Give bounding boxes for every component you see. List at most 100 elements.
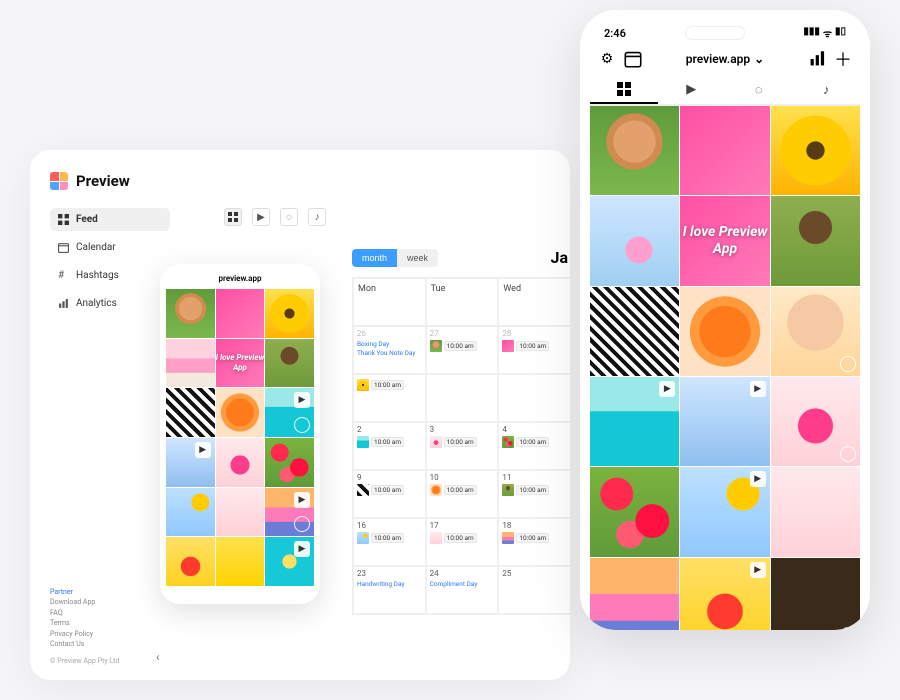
feed-tile[interactable]	[590, 287, 679, 376]
feed-tile[interactable]	[771, 196, 860, 285]
calendar-cell[interactable]: 1610:00 am	[353, 518, 426, 566]
calendar-cell[interactable]: 210:00 am	[353, 422, 426, 470]
feed-tile[interactable]	[166, 388, 215, 437]
calendar-cell[interactable]: 23Handwriting Day	[353, 566, 426, 614]
sidebar-item-hashtags[interactable]: # Hashtags	[50, 264, 170, 287]
calendar-icon[interactable]	[624, 50, 642, 68]
calendar-event[interactable]: 10:00 am	[357, 436, 422, 448]
calendar-holiday-link[interactable]: Compliment Day	[430, 580, 495, 589]
sidebar-item-label: Analytics	[76, 298, 117, 309]
calendar-event[interactable]: 10:00 am	[502, 484, 567, 496]
calendar-event[interactable]: 10:00 am	[502, 532, 567, 544]
footer-link-privacy[interactable]: Privacy Policy	[50, 629, 119, 640]
feed-tile[interactable]	[771, 467, 860, 556]
tab-reels[interactable]: ▶	[658, 76, 726, 104]
calendar-event[interactable]: 10:00 am	[430, 484, 495, 496]
calendar-holiday-link[interactable]: Boxing Day	[357, 340, 422, 349]
feed-tile[interactable]: ▶	[590, 377, 679, 466]
calendar-event[interactable]: 10:00 am	[357, 484, 422, 496]
tab-tiktok[interactable]: ♪	[793, 76, 861, 104]
feed-tile[interactable]	[771, 558, 860, 630]
add-icon[interactable]: ＋	[834, 50, 852, 68]
feed-tile[interactable]	[265, 339, 314, 388]
calendar-event[interactable]: 10:00 am	[430, 436, 495, 448]
feed-tile[interactable]	[590, 106, 679, 195]
feed-tile[interactable]	[216, 488, 265, 537]
footer-link-terms[interactable]: Terms	[50, 618, 119, 629]
calendar-cell[interactable]: 1710:00 am	[426, 518, 499, 566]
calendar-cell[interactable]: 10:00 am	[353, 374, 426, 422]
calendar-holiday-link[interactable]: Thank You Note Day	[357, 349, 422, 358]
settings-icon[interactable]: ⚙	[598, 50, 616, 68]
view-loading[interactable]: ◌	[280, 208, 298, 226]
feed-tile[interactable]	[590, 558, 679, 630]
calendar-event[interactable]: 10:00 am	[502, 340, 567, 352]
feed-tile[interactable]: ▶	[265, 488, 314, 537]
feed-tile[interactable]: ▶	[166, 438, 215, 487]
calendar-cell[interactable]	[498, 374, 571, 422]
footer-link-contact[interactable]: Contact Us	[50, 639, 119, 650]
view-tiktok[interactable]: ♪	[308, 208, 326, 226]
feed-tile[interactable]	[771, 287, 860, 376]
sidebar-item-analytics[interactable]: Analytics	[50, 292, 170, 315]
feed-tile[interactable]	[216, 388, 265, 437]
event-thumb	[502, 436, 514, 448]
view-grid[interactable]	[224, 208, 242, 226]
calendar-cell[interactable]	[426, 374, 499, 422]
feed-tile[interactable]: ▶	[265, 537, 314, 586]
footer-link-partner[interactable]: Partner	[50, 587, 119, 598]
feed-tile[interactable]	[216, 537, 265, 586]
feed-tile[interactable]: ▶	[680, 558, 769, 630]
feed-tile[interactable]: ▶	[680, 467, 769, 556]
segment-month[interactable]: month	[352, 249, 397, 267]
feed-tile[interactable]	[166, 289, 215, 338]
feed-tile[interactable]	[680, 106, 769, 195]
feed-tile[interactable]	[216, 289, 265, 338]
view-reels[interactable]: ▶	[252, 208, 270, 226]
feed-tile[interactable]	[166, 488, 215, 537]
event-thumb	[357, 436, 369, 448]
calendar-cell[interactable]: 1810:00 am	[498, 518, 571, 566]
feed-tile[interactable]: I love Preview App	[680, 196, 769, 285]
tab-loading[interactable]: ◌	[725, 76, 793, 104]
segment-week[interactable]: week	[397, 249, 438, 267]
sidebar-item-feed[interactable]: Feed	[50, 208, 170, 231]
calendar-holiday-link[interactable]: Handwriting Day	[357, 580, 422, 589]
calendar-cell[interactable]: 1110:00 am	[498, 470, 571, 518]
feed-tile[interactable]	[265, 289, 314, 338]
calendar-cell[interactable]: 26Boxing DayThank You Note Day	[353, 326, 426, 374]
feed-tile[interactable]	[590, 467, 679, 556]
calendar-cell[interactable]: 910:00 am	[353, 470, 426, 518]
tab-grid[interactable]	[590, 76, 658, 104]
calendar-cell[interactable]: 410:00 am	[498, 422, 571, 470]
feed-tile[interactable]	[166, 537, 215, 586]
feed-tile[interactable]: ▶	[265, 388, 314, 437]
feed-tile[interactable]: I love Preview App	[216, 339, 265, 388]
account-switcher[interactable]: preview.app⌄	[650, 52, 800, 66]
footer-link-faq[interactable]: FAQ	[50, 608, 119, 619]
calendar-event[interactable]: 10:00 am	[502, 436, 567, 448]
feed-tile[interactable]	[590, 196, 679, 285]
calendar-event[interactable]: 10:00 am	[357, 379, 422, 391]
calendar-cell[interactable]: 310:00 am	[426, 422, 499, 470]
footer-link-download[interactable]: Download App	[50, 597, 119, 608]
feed-tile[interactable]	[265, 438, 314, 487]
calendar-cell[interactable]: 2710:00 am	[426, 326, 499, 374]
feed-tile[interactable]	[771, 106, 860, 195]
calendar-cell[interactable]: 2810:00 am	[498, 326, 571, 374]
calendar-cell[interactable]: 1010:00 am	[426, 470, 499, 518]
calendar-event[interactable]: 10:00 am	[357, 532, 422, 544]
feed-tile[interactable]	[216, 438, 265, 487]
feed-tile[interactable]	[166, 339, 215, 388]
feed-tile[interactable]	[680, 287, 769, 376]
calendar-event[interactable]: 10:00 am	[430, 340, 495, 352]
calendar-cell[interactable]: 25	[498, 566, 571, 614]
sidebar-collapse[interactable]: ‹	[156, 650, 160, 664]
analytics-icon[interactable]	[808, 50, 826, 68]
feed-tile[interactable]	[771, 377, 860, 466]
phone-sm-title: preview.app	[166, 270, 314, 289]
calendar-cell[interactable]: 24Compliment Day	[426, 566, 499, 614]
sidebar-item-calendar[interactable]: Calendar	[50, 236, 170, 259]
feed-tile[interactable]: ▶	[680, 377, 769, 466]
calendar-event[interactable]: 10:00 am	[430, 532, 495, 544]
